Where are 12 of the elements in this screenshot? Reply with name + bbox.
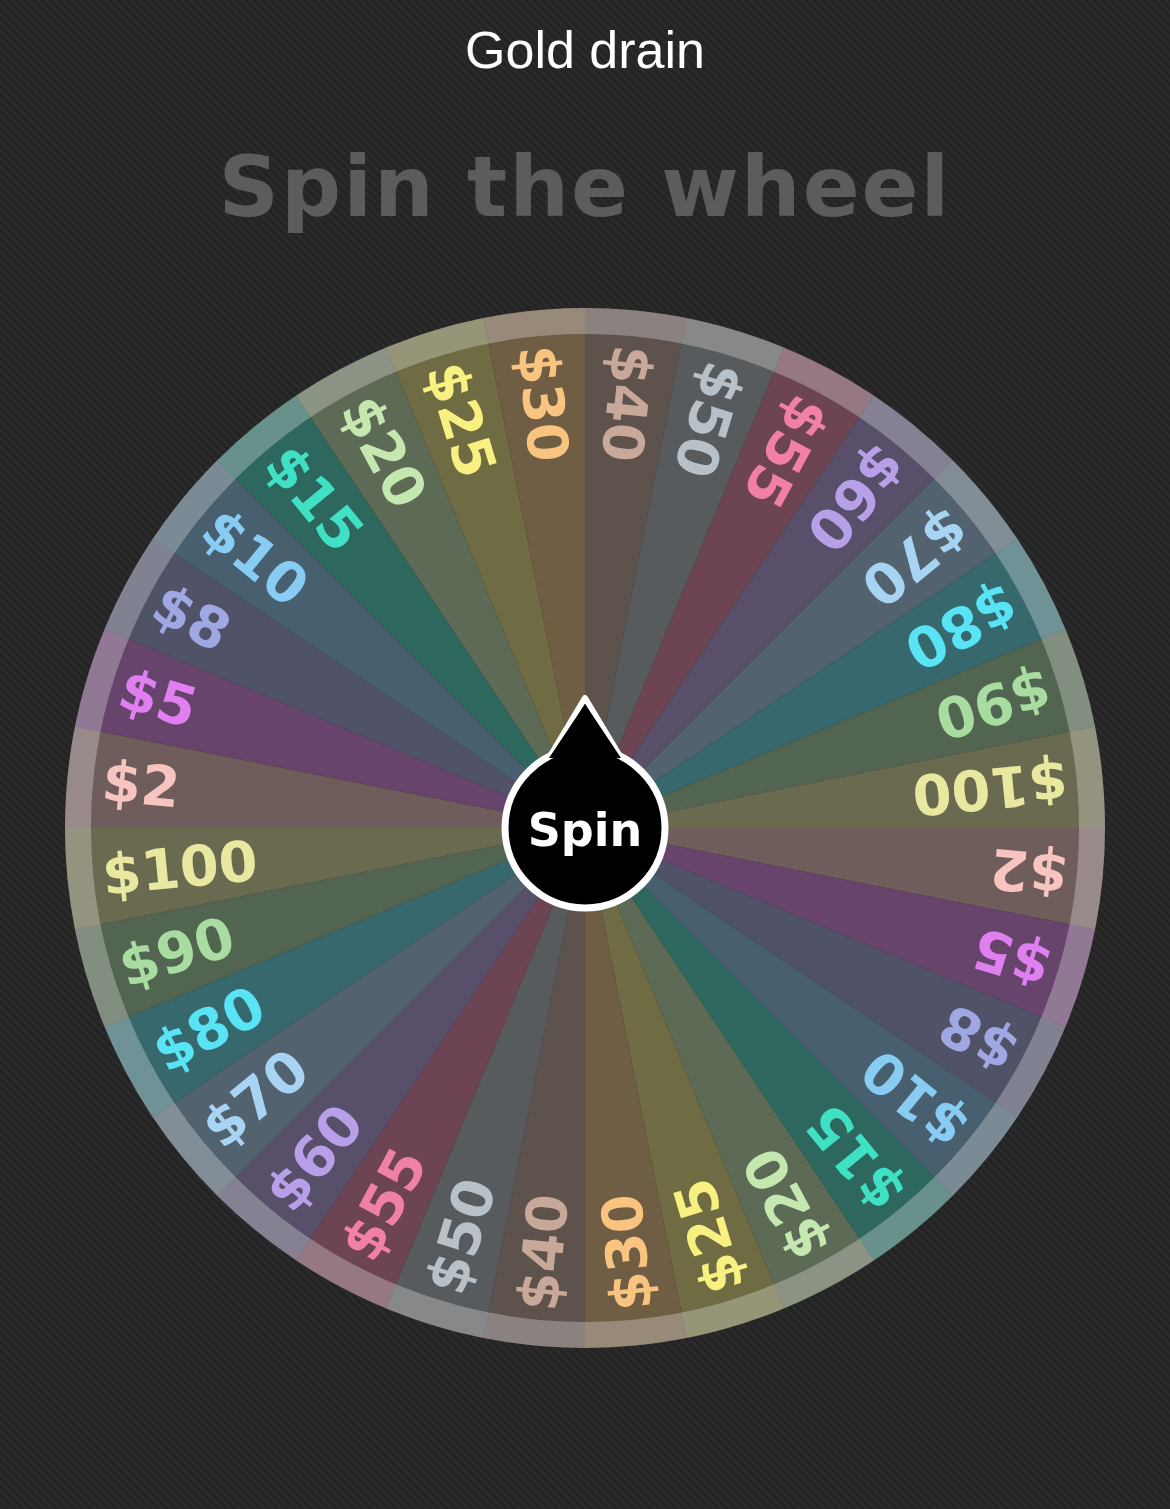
segment-label: $5: [111, 656, 205, 741]
segment-label: $2: [986, 835, 1071, 908]
segment-label: $100: [99, 827, 261, 908]
segment-label: $30: [588, 1191, 665, 1314]
segment-label: $100: [909, 748, 1071, 829]
segment-label: $5: [965, 915, 1059, 1000]
heading: Spin the wheel: [218, 138, 952, 236]
window-title: Gold drain: [465, 20, 705, 80]
segment-label: $40: [588, 342, 665, 465]
segment-label: $30: [505, 342, 582, 465]
segment-label: $2: [99, 748, 184, 821]
segment-label: $40: [505, 1191, 582, 1314]
